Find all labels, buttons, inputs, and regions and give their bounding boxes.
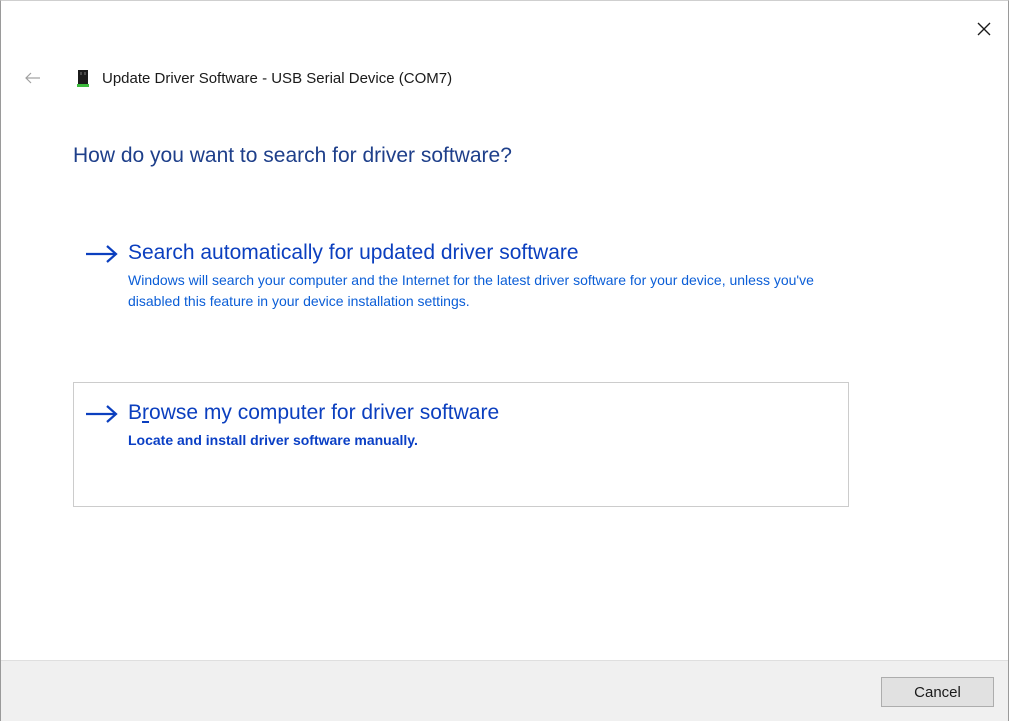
usb-device-icon <box>76 69 90 87</box>
browse-computer-option[interactable]: Browse my computer for driver software L… <box>73 382 849 507</box>
page-question: How do you want to search for driver sof… <box>73 144 512 167</box>
close-icon <box>977 22 991 36</box>
access-key-letter: r <box>142 401 150 424</box>
update-driver-dialog: Update Driver Software - USB Serial Devi… <box>0 0 1009 721</box>
dialog-title: Update Driver Software - USB Serial Devi… <box>102 69 453 87</box>
cancel-button[interactable]: Cancel <box>881 677 994 707</box>
close-button[interactable] <box>970 15 998 43</box>
dialog-header: Update Driver Software - USB Serial Devi… <box>23 67 452 89</box>
arrow-right-icon <box>86 405 118 423</box>
option-description: Windows will search your computer and th… <box>128 272 814 309</box>
option-title: Browse my computer for driver software <box>128 401 500 424</box>
option-description: Locate and install driver software manua… <box>128 432 418 448</box>
option-title: Search automatically for updated driver … <box>128 241 579 264</box>
search-automatically-option[interactable]: Search automatically for updated driver … <box>73 233 849 363</box>
back-arrow-icon <box>25 72 40 84</box>
back-button[interactable] <box>23 68 43 88</box>
dialog-footer: Cancel <box>1 660 1008 721</box>
arrow-right-icon <box>86 245 118 263</box>
